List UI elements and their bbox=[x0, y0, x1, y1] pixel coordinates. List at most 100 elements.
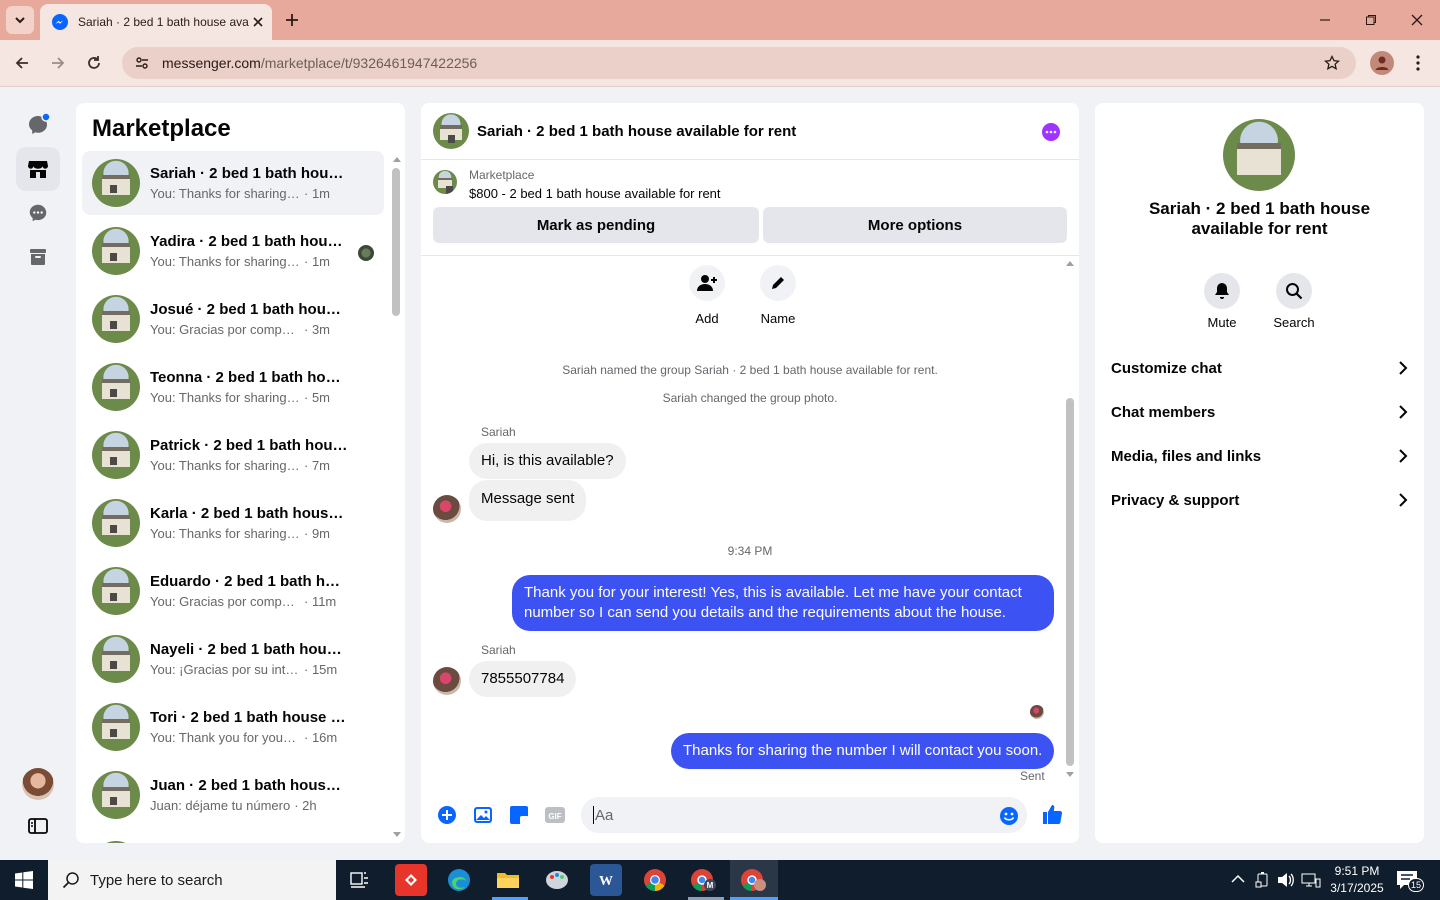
new-tab-button[interactable] bbox=[278, 6, 306, 34]
details-item-privacy-support[interactable]: Privacy & support bbox=[1095, 478, 1424, 522]
gif-icon[interactable]: GIF bbox=[544, 806, 566, 824]
group-photo[interactable] bbox=[1223, 119, 1295, 191]
details-item-chat-members[interactable]: Chat members bbox=[1095, 390, 1424, 434]
add-people-button[interactable]: Add bbox=[687, 265, 727, 326]
message-composer: GIF Aa bbox=[421, 793, 1079, 843]
conversation-time: · 3m bbox=[304, 322, 330, 337]
start-button[interactable] bbox=[0, 860, 48, 900]
rail-archive-button[interactable] bbox=[16, 235, 60, 279]
conversation-item[interactable]: Sariah · 2 bed 1 bath house... You: Thank… bbox=[82, 151, 384, 215]
rail-chats-button[interactable] bbox=[16, 103, 60, 147]
list-scrollbar[interactable] bbox=[392, 168, 400, 316]
outgoing-message[interactable]: Thank you for your interest! Yes, this i… bbox=[512, 575, 1054, 631]
bookmark-star-icon[interactable] bbox=[1324, 55, 1340, 71]
search-in-conversation-button[interactable]: Search bbox=[1264, 273, 1324, 330]
minimize-window-button[interactable] bbox=[1311, 6, 1339, 34]
conversation-thumbnail[interactable] bbox=[92, 841, 140, 843]
taskbar-app-chrome-profile-m[interactable]: M bbox=[688, 864, 720, 896]
taskbar-app-chrome-profile-active[interactable] bbox=[730, 860, 778, 900]
taskbar-app-chrome[interactable] bbox=[639, 864, 671, 896]
notifications-button[interactable]: 15 bbox=[1396, 870, 1424, 892]
bell-icon bbox=[1215, 283, 1229, 299]
sender-avatar[interactable] bbox=[433, 667, 461, 695]
more-options-button[interactable]: More options bbox=[763, 207, 1067, 243]
message-sender: Sariah bbox=[481, 425, 516, 439]
name-group-button[interactable]: Name bbox=[758, 265, 798, 326]
forward-button[interactable] bbox=[42, 47, 74, 79]
conversation-info-button[interactable] bbox=[1042, 123, 1060, 141]
attach-photo-icon[interactable] bbox=[473, 805, 493, 825]
taskbar-app-word[interactable]: W bbox=[590, 864, 622, 896]
user-avatar[interactable] bbox=[22, 768, 54, 800]
taskbar-app-edge[interactable] bbox=[443, 864, 475, 896]
taskbar-app-file-explorer[interactable] bbox=[492, 864, 524, 896]
sender-avatar[interactable] bbox=[433, 495, 461, 523]
conversation-item[interactable]: Juan · 2 bed 1 bath house a... Juan: déja… bbox=[82, 763, 384, 827]
back-button[interactable] bbox=[6, 47, 38, 79]
incoming-message[interactable]: Message sent bbox=[469, 480, 587, 521]
message-input[interactable]: Aa bbox=[581, 797, 1027, 833]
listing-detail[interactable]: $800 - 2 bed 1 bath house available for … bbox=[469, 186, 721, 201]
system-clock[interactable]: 9:51 PM 3/17/2025 bbox=[1326, 863, 1388, 897]
conversation-time: · 1m bbox=[304, 186, 330, 201]
scroll-down-icon[interactable] bbox=[1065, 771, 1075, 779]
anydesk-icon bbox=[405, 874, 417, 886]
reload-button[interactable] bbox=[78, 47, 110, 79]
scroll-down-icon[interactable] bbox=[392, 831, 402, 839]
battery-icon[interactable] bbox=[1255, 872, 1271, 888]
search-icon bbox=[1286, 283, 1303, 300]
conversation-preview: You: Thanks for sharing the ... bbox=[150, 526, 300, 541]
task-view-button[interactable] bbox=[344, 864, 376, 896]
outgoing-message[interactable]: Thanks for sharing the number I will con… bbox=[671, 733, 1055, 769]
site-settings-icon[interactable] bbox=[134, 55, 150, 71]
chat-title[interactable]: Sariah · 2 bed 1 bath house available fo… bbox=[477, 123, 796, 140]
more-actions-plus-icon[interactable] bbox=[437, 805, 457, 825]
network-icon[interactable] bbox=[1301, 872, 1321, 888]
conversation-item[interactable]: Eduardo · 2 bed 1 bath hou... You: Gracia… bbox=[82, 559, 384, 623]
mark-as-pending-button[interactable]: Mark as pending bbox=[433, 207, 759, 243]
archive-icon bbox=[30, 249, 46, 265]
conversation-item[interactable]: Karla · 2 bed 1 bath house ... You: Thank… bbox=[82, 491, 384, 555]
sticker-icon[interactable] bbox=[509, 805, 529, 825]
conversation-item[interactable]: Josué · 2 bed 1 bath house ... You: Graci… bbox=[82, 287, 384, 351]
taskbar-app-paint[interactable] bbox=[541, 864, 573, 896]
profile-button[interactable] bbox=[1370, 51, 1394, 75]
conversation-item[interactable]: Yadira · 2 bed 1 bath house... You: Thank… bbox=[82, 219, 384, 283]
details-item-media-files-and-links[interactable]: Media, files and links bbox=[1095, 434, 1424, 478]
conversation-time: · 9m bbox=[304, 526, 330, 541]
conversation-item[interactable]: Teonna · 2 bed 1 bath hous... You: Thanks… bbox=[82, 355, 384, 419]
conversation-item[interactable]: Patrick · 2 bed 1 bath hous... You: Thank… bbox=[82, 423, 384, 487]
conversation-thumbnail bbox=[92, 431, 140, 479]
incoming-message[interactable]: 7855507784 bbox=[469, 661, 577, 697]
scroll-up-icon[interactable] bbox=[1065, 259, 1075, 267]
tab-search-button[interactable] bbox=[6, 6, 34, 34]
rail-marketplace-button[interactable] bbox=[16, 147, 60, 191]
address-bar[interactable]: messenger.com/marketplace/t/932646194742… bbox=[122, 47, 1356, 79]
volume-icon[interactable] bbox=[1277, 872, 1295, 888]
maximize-window-button[interactable] bbox=[1357, 6, 1385, 34]
incoming-message[interactable]: Hi, is this available? bbox=[469, 443, 626, 479]
browser-tab[interactable]: Sariah · 2 bed 1 bath house ava bbox=[40, 4, 272, 40]
conversation-item[interactable]: Tori · 2 bed 1 bath house av... You: Than… bbox=[82, 695, 384, 759]
taskbar-search[interactable]: Type here to search bbox=[48, 860, 336, 900]
notification-count-badge: 15 bbox=[1408, 878, 1424, 892]
close-window-button[interactable] bbox=[1403, 6, 1431, 34]
listing-thumbnail[interactable] bbox=[433, 170, 457, 194]
close-tab-icon[interactable] bbox=[252, 16, 264, 28]
chat-avatar[interactable] bbox=[433, 113, 469, 149]
details-item-customize-chat[interactable]: Customize chat bbox=[1095, 346, 1424, 390]
rail-requests-button[interactable] bbox=[16, 191, 60, 235]
conversation-item[interactable]: Nayeli · 2 bed 1 bath house... You: ¡Grac… bbox=[82, 627, 384, 691]
chat-scrollbar[interactable] bbox=[1066, 398, 1074, 766]
show-hidden-icons-icon[interactable] bbox=[1231, 874, 1245, 884]
thumbs-up-icon[interactable] bbox=[1041, 803, 1063, 825]
toggle-sidebar-button[interactable] bbox=[26, 814, 50, 838]
name-group-label: Name bbox=[760, 311, 796, 326]
scroll-up-icon[interactable] bbox=[392, 155, 402, 163]
conversation-preview: Juan: déjame tu número bbox=[150, 798, 291, 813]
conversation-time: · 5m bbox=[304, 390, 330, 405]
mute-button[interactable]: Mute bbox=[1192, 273, 1252, 330]
browser-menu-button[interactable] bbox=[1408, 53, 1428, 73]
taskbar-app-anydesk[interactable] bbox=[395, 864, 427, 896]
emoji-icon[interactable] bbox=[999, 806, 1019, 826]
